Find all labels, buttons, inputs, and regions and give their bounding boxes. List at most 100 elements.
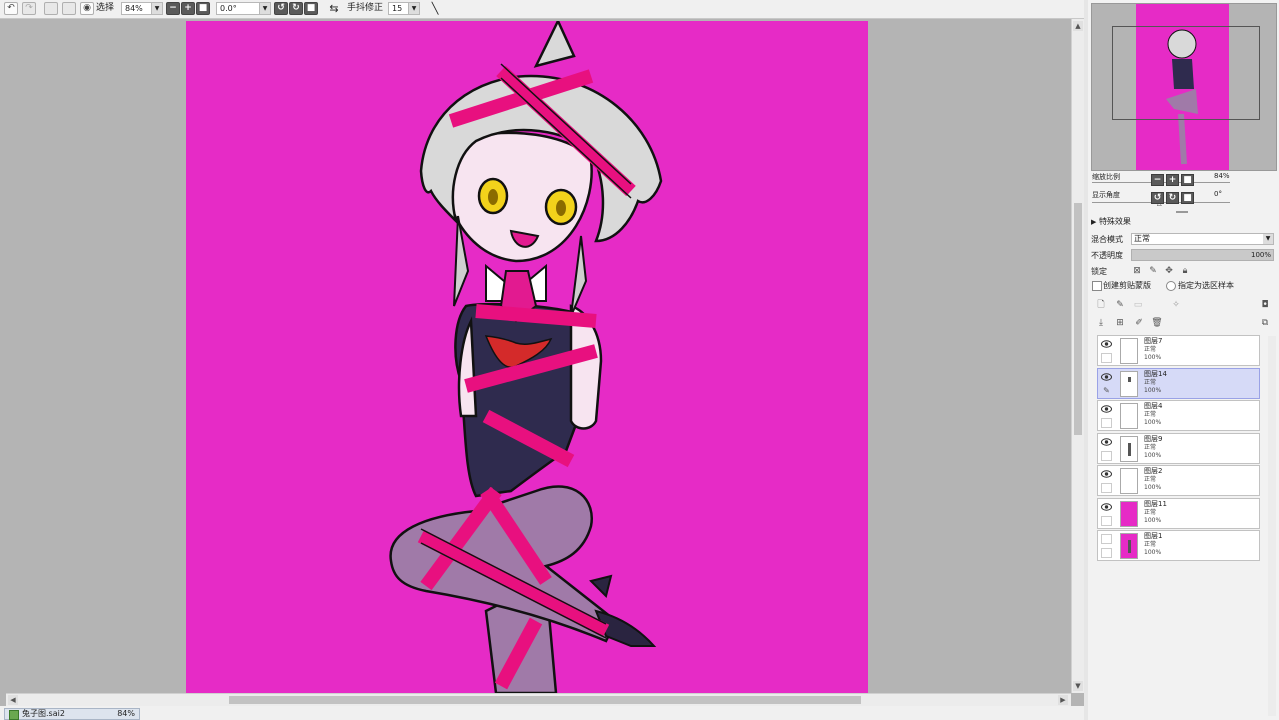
navigator-angle-reset-button[interactable]: ■ <box>1181 192 1194 204</box>
drawing-canvas[interactable] <box>186 21 868 693</box>
horizontal-scroll-thumb[interactable] <box>229 696 861 704</box>
deselect-icon[interactable] <box>44 2 58 15</box>
redo-icon[interactable]: ↷ <box>22 2 36 15</box>
navigator-zoom-in-button[interactable]: + <box>1166 174 1179 186</box>
zoom-field[interactable]: 84% ▼ <box>121 2 163 15</box>
layer-visibility-eye-icon[interactable] <box>1101 404 1112 414</box>
lock-all-icon[interactable]: 🔒︎ <box>1179 265 1191 277</box>
opacity-slider[interactable]: 100% <box>1131 249 1274 261</box>
navigator-viewport-frame[interactable] <box>1112 26 1260 120</box>
zoom-in-button[interactable]: + <box>181 2 195 15</box>
layer-link-box[interactable] <box>1101 515 1112 526</box>
scroll-left-icon[interactable]: ◀ <box>8 695 18 705</box>
layer-link-box[interactable] <box>1101 450 1112 461</box>
rotation-field[interactable]: 0.0° ▼ <box>216 2 271 15</box>
flip-horizontal-icon[interactable]: ⇆ <box>326 2 342 15</box>
layer-link-box[interactable] <box>1101 548 1112 558</box>
navigator-preview[interactable] <box>1091 3 1277 171</box>
layer-row[interactable]: 图层7 正常 100% <box>1097 335 1260 366</box>
layer-row[interactable]: 图层4 正常 100% <box>1097 400 1260 431</box>
effects-label: 特殊效果 <box>1098 217 1131 226</box>
blend-dropdown-chevron-down-icon[interactable]: ▼ <box>1263 234 1273 244</box>
zoom-out-button[interactable]: − <box>166 2 180 15</box>
delete-layer-trash-icon[interactable]: 🗑︎ <box>1151 317 1163 329</box>
navigator-rotate-left-button[interactable]: ↺ <box>1151 192 1164 204</box>
lock-paint-icon[interactable]: ✎ <box>1147 265 1159 277</box>
lock-move-icon[interactable]: ✥ <box>1163 265 1175 277</box>
layer-visibility-eye-icon[interactable] <box>1101 339 1112 349</box>
panel-drag-handle[interactable] <box>1176 211 1188 213</box>
layer-effect-icon[interactable]: ✧ <box>1170 299 1182 311</box>
invert-selection-icon[interactable] <box>62 2 76 15</box>
document-icon <box>9 710 19 720</box>
layer-thumbnail <box>1120 338 1138 364</box>
selection-visibility-eye-icon[interactable]: ◉ <box>80 2 94 15</box>
layer-row[interactable]: 图层11 正常 100% <box>1097 497 1260 529</box>
layer-row[interactable]: ✎ 图层14 正常 100% <box>1097 367 1260 399</box>
navigator-zoom-value: 84% <box>1214 172 1230 180</box>
layer-link-box[interactable] <box>1101 483 1112 493</box>
new-folder-icon[interactable]: ▭ <box>1132 299 1144 311</box>
expand-arrow-icon: ▶ <box>1091 218 1097 226</box>
navigator-zoom-out-button[interactable]: − <box>1151 174 1164 186</box>
scroll-up-icon[interactable]: ▲ <box>1073 21 1083 31</box>
layer-row[interactable]: 图层9 正常 100% <box>1097 432 1260 464</box>
layer-name: 图层14 <box>1144 369 1167 378</box>
opacity-label: 不透明度 <box>1091 251 1123 260</box>
rotate-right-button[interactable]: ↻ <box>289 2 303 15</box>
layer-visibility-eye-icon[interactable] <box>1101 372 1112 382</box>
layer-link-box[interactable] <box>1101 418 1112 428</box>
blend-mode-select[interactable]: 正常 ▼ <box>1131 233 1274 245</box>
document-tab[interactable]: 兔子图.sai2 84% <box>4 708 140 720</box>
layer-thumbnail <box>1120 533 1138 559</box>
clipping-mask-checkbox[interactable] <box>1092 281 1102 291</box>
layer-list-scrollbar[interactable] <box>1268 336 1276 716</box>
canvas-horizontal-scrollbar[interactable]: ◀ ▶ <box>6 693 1071 706</box>
layer-name: 图层7 <box>1144 337 1163 345</box>
navigator-zoom-reset-button[interactable]: ■ <box>1181 174 1194 186</box>
rotate-left-button[interactable]: ↺ <box>274 2 288 15</box>
layer-blend-mode: 正常 <box>1144 378 1157 386</box>
zoom-reset-button[interactable]: ■ <box>196 2 210 15</box>
layer-options-icon[interactable]: ⧉ <box>1259 317 1271 329</box>
document-name: 兔子图.sai2 <box>22 709 65 718</box>
layer-visibility-eye-icon[interactable] <box>1101 437 1112 447</box>
layer-edit-pencil-icon[interactable]: ✎ <box>1101 386 1112 396</box>
undo-icon[interactable]: ↶ <box>4 2 18 15</box>
rotation-reset-button[interactable]: ■ <box>304 2 318 15</box>
layer-link-box[interactable] <box>1101 353 1112 363</box>
straight-line-icon[interactable]: ╲ <box>428 2 442 15</box>
layer-visibility-eye-icon[interactable] <box>1101 469 1112 479</box>
new-layer-icon[interactable]: 🗋︎ <box>1095 299 1107 311</box>
layer-blend-mode: 正常 <box>1144 346 1157 353</box>
effects-section[interactable]: ▶ 特殊效果 <box>1091 216 1131 227</box>
canvas-vertical-scrollbar[interactable]: ▲ ▼ <box>1071 19 1084 693</box>
zoom-dropdown-chevron-down-icon[interactable]: ▼ <box>151 3 162 14</box>
scroll-right-icon[interactable]: ▶ <box>1058 695 1068 705</box>
clear-layer-icon[interactable]: ✐ <box>1133 317 1145 329</box>
transfer-down-icon[interactable]: ⤓ <box>1095 317 1107 329</box>
navigator-rotate-right-button[interactable]: ↻ <box>1166 192 1179 204</box>
document-zoom: 84% <box>117 709 135 718</box>
layer-thumbnail <box>1120 500 1138 527</box>
top-toolbar: ↶ ↷ ◉ 选择 84% ▼ − + ■ 0.0° ▼ ↺ ↻ ■ ⇆ 手抖修正… <box>0 0 1087 19</box>
canvas-workspace[interactable] <box>0 19 1071 693</box>
layer-visibility-eye-icon[interactable] <box>1101 502 1112 512</box>
merge-down-icon[interactable]: ⊞ <box>1114 317 1126 329</box>
new-linework-layer-icon[interactable]: ✎ <box>1114 299 1126 311</box>
stabilizer-dropdown-chevron-down-icon[interactable]: ▼ <box>408 3 419 14</box>
layer-row[interactable]: 图层1 正常 100% <box>1097 530 1260 561</box>
stabilizer-value: 15 <box>392 4 403 13</box>
lock-transparency-icon[interactable]: ⊠ <box>1131 265 1143 277</box>
vertical-scroll-thumb[interactable] <box>1074 203 1082 435</box>
stabilizer-field[interactable]: 15 ▼ <box>388 2 420 15</box>
selection-source-radio[interactable] <box>1166 281 1176 291</box>
layer-thumbnail <box>1120 370 1138 397</box>
scroll-down-icon[interactable]: ▼ <box>1073 681 1083 691</box>
layer-visibility-eye-icon[interactable] <box>1101 534 1112 544</box>
layer-name: 图层1 <box>1144 532 1163 540</box>
layer-panel-menu-icon[interactable]: ◘ <box>1259 299 1271 311</box>
layer-blend-mode: 正常 <box>1144 411 1157 418</box>
layer-row[interactable]: 图层2 正常 100% <box>1097 465 1260 496</box>
rotation-dropdown-chevron-down-icon[interactable]: ▼ <box>259 3 270 14</box>
